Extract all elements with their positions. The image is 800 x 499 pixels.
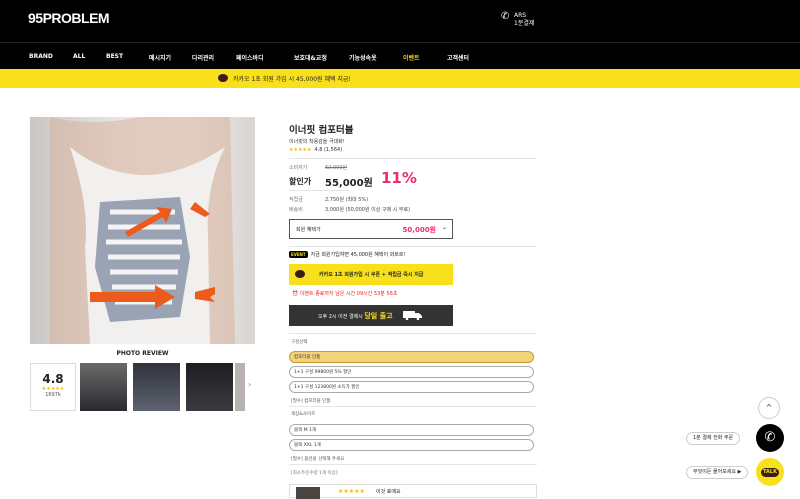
divider xyxy=(289,333,537,334)
nav-item-event[interactable]: 이벤트 xyxy=(403,53,420,62)
nav-item-face-body[interactable]: 페이스바디 xyxy=(236,53,264,62)
option-composition-1plus1-b[interactable]: 1+1 구성 123800원 소득가 할인 xyxy=(289,381,534,393)
event-countdown: ⏰ 이벤트 종료까지 남은 시간 09시간 53분 56초 xyxy=(292,291,398,297)
shipping-label: 배송비 xyxy=(289,207,303,213)
nav-item-best[interactable]: BEST xyxy=(106,53,123,60)
kakao-chat-icon xyxy=(218,74,228,82)
sale-price-label: 할인가 xyxy=(289,177,312,186)
phone-order-label[interactable]: 1분 결제 전화 주문 xyxy=(686,432,741,445)
kakao-talk-button[interactable]: TALK xyxy=(756,458,784,486)
divider xyxy=(289,190,349,191)
option-size-black-m[interactable]: 블랙 M 1개 xyxy=(289,424,534,436)
review-preview-strip[interactable]: ★★★★★ 이것 효에요 xyxy=(289,484,537,499)
shipping-notice: 오후 2시 이전 결제시 당일 출고 xyxy=(318,311,393,321)
event-text: 지금 회원가입하면 45,000원 혜택이 와르르! xyxy=(310,252,406,258)
phone-order-button[interactable]: ✆ xyxy=(756,424,784,452)
signup-banner[interactable]: 카카오 1초 회원 가입 시 45,000원 혜택 지급! xyxy=(0,69,800,88)
photo-review-title: PHOTO REVIEW xyxy=(116,350,169,357)
shipping-value: 3,000원 (50,000원 이상 구매 시 무료) xyxy=(325,207,411,213)
next-review-arrow-icon[interactable]: › xyxy=(248,380,251,389)
points-label: 적립금 xyxy=(289,197,303,203)
nav-item-leg[interactable]: 다리관리 xyxy=(192,53,214,62)
chevron-down-icon: ⌄ xyxy=(441,224,447,231)
kakao-signup-button[interactable]: 카카오 1초 회원가입 시 쿠폰 + 적립금 즉시 지급 xyxy=(289,264,453,285)
review-count: 1697k xyxy=(45,392,61,398)
review-preview-text: 이것 효에요 xyxy=(376,489,401,495)
nav-item-customer-center[interactable]: 고객센터 xyxy=(447,53,469,62)
truck-icon xyxy=(403,311,422,320)
nav-item-all[interactable]: ALL xyxy=(73,53,85,60)
event-badge: EVENT xyxy=(289,251,308,258)
review-score-box[interactable]: 4.8 ★★★★★ 1697k xyxy=(30,363,76,411)
chat-inquiry-label[interactable]: 무엇이든 물어보세요 ▶ xyxy=(686,466,749,479)
brand-logo[interactable]: 95PROBLEM xyxy=(28,10,110,26)
product-title: 이너핏 컴포터블 xyxy=(289,125,354,136)
review-score: 4.8 xyxy=(42,372,64,386)
nav-item-support[interactable]: 보호대&교정 xyxy=(294,53,327,62)
review-preview-stars: ★★★★★ xyxy=(338,488,365,495)
discount-rate: 11% xyxy=(381,169,417,187)
consumer-price-label: 소비자가 xyxy=(289,165,308,171)
phone-icon: ✆ xyxy=(501,11,510,22)
kakao-chat-icon xyxy=(295,270,305,278)
divider xyxy=(289,246,537,247)
kakao-button-label: 카카오 1초 회원가입 시 쿠폰 + 적립금 즉시 지급 xyxy=(319,272,424,278)
option-group-2-note: [필수] 옵션을 선택해 주세요 xyxy=(291,457,345,462)
ars-payment-link[interactable]: ✆ ARS 1분결제 xyxy=(501,12,535,28)
consumer-price: 62,000원 xyxy=(325,165,348,171)
benefit-price: 50,000원 xyxy=(402,226,436,234)
nav-item-brand[interactable]: BRAND xyxy=(29,53,53,60)
review-thumbnail[interactable] xyxy=(186,363,233,411)
member-benefit-box[interactable]: 회원 혜택가 50,000원 ⌄ xyxy=(289,219,453,239)
same-day-highlight: 당일 출고 xyxy=(364,312,393,320)
rating-stars: ★★★★★ xyxy=(289,147,312,153)
event-notice: EVENT 지금 회원가입하면 45,000원 혜택이 와르르! xyxy=(289,251,406,258)
min-order-note: [최소주문수량 1개 이상] xyxy=(291,471,338,476)
sale-price: 55,000원 xyxy=(325,178,373,189)
option-composition-single[interactable]: 컴포터블 단품 xyxy=(289,351,534,363)
shipping-notice-text: 오후 2시 이전 결제시 xyxy=(318,314,363,320)
review-thumbnail[interactable] xyxy=(80,363,127,411)
product-rating[interactable]: ★★★★★ 4.8 (1,564) xyxy=(289,147,342,153)
option-group-1-selected: [필수] 컴포터블 단품 xyxy=(291,399,331,404)
nav-item-massage[interactable]: 매시지기 xyxy=(149,53,171,62)
divider xyxy=(289,158,537,159)
banner-text: 카카오 1초 회원 가입 시 45,000원 혜택 지급! xyxy=(233,76,351,83)
main-nav: BRAND ALL BEST 매시지기 다리관리 페이스바디 보호대&교정 기능… xyxy=(0,42,800,69)
divider xyxy=(289,464,537,465)
option-group-1-label: 구성선택 xyxy=(291,340,308,345)
same-day-shipping-banner: 오후 2시 이전 결제시 당일 출고 xyxy=(289,305,453,326)
review-preview-thumbnail xyxy=(296,487,320,499)
ars-sub-label: 1분결제 xyxy=(514,20,535,27)
option-size-black-xxl[interactable]: 블랙 XXL 1개 xyxy=(289,439,534,451)
nav-item-underwear[interactable]: 기능성속옷 xyxy=(349,53,377,62)
benefit-label: 회원 혜택가 xyxy=(296,227,321,233)
product-subtitle: 이너핏의 착용감을 극대화! xyxy=(289,139,345,145)
product-main-image[interactable] xyxy=(30,117,255,344)
review-thumbnail[interactable] xyxy=(133,363,180,411)
top-header: 95PROBLEM ✆ ARS 1분결제 xyxy=(0,0,800,42)
option-composition-1plus1-a[interactable]: 1+1 구성 99800원 5% 할인 xyxy=(289,366,534,378)
compression-shirt-illustration xyxy=(50,117,235,344)
divider xyxy=(289,406,537,407)
phone-icon: ✆ xyxy=(764,430,776,445)
scroll-top-button[interactable]: ^ xyxy=(758,397,780,419)
ars-label: ARS xyxy=(514,12,527,19)
points-value: 2,750원 (최대 5%) xyxy=(325,197,369,203)
review-thumbnail[interactable] xyxy=(235,363,245,411)
option-group-2-label: 색상&사이즈 xyxy=(291,412,316,417)
talk-icon: TALK xyxy=(761,468,779,477)
rating-text: 4.8 (1,564) xyxy=(314,147,343,153)
